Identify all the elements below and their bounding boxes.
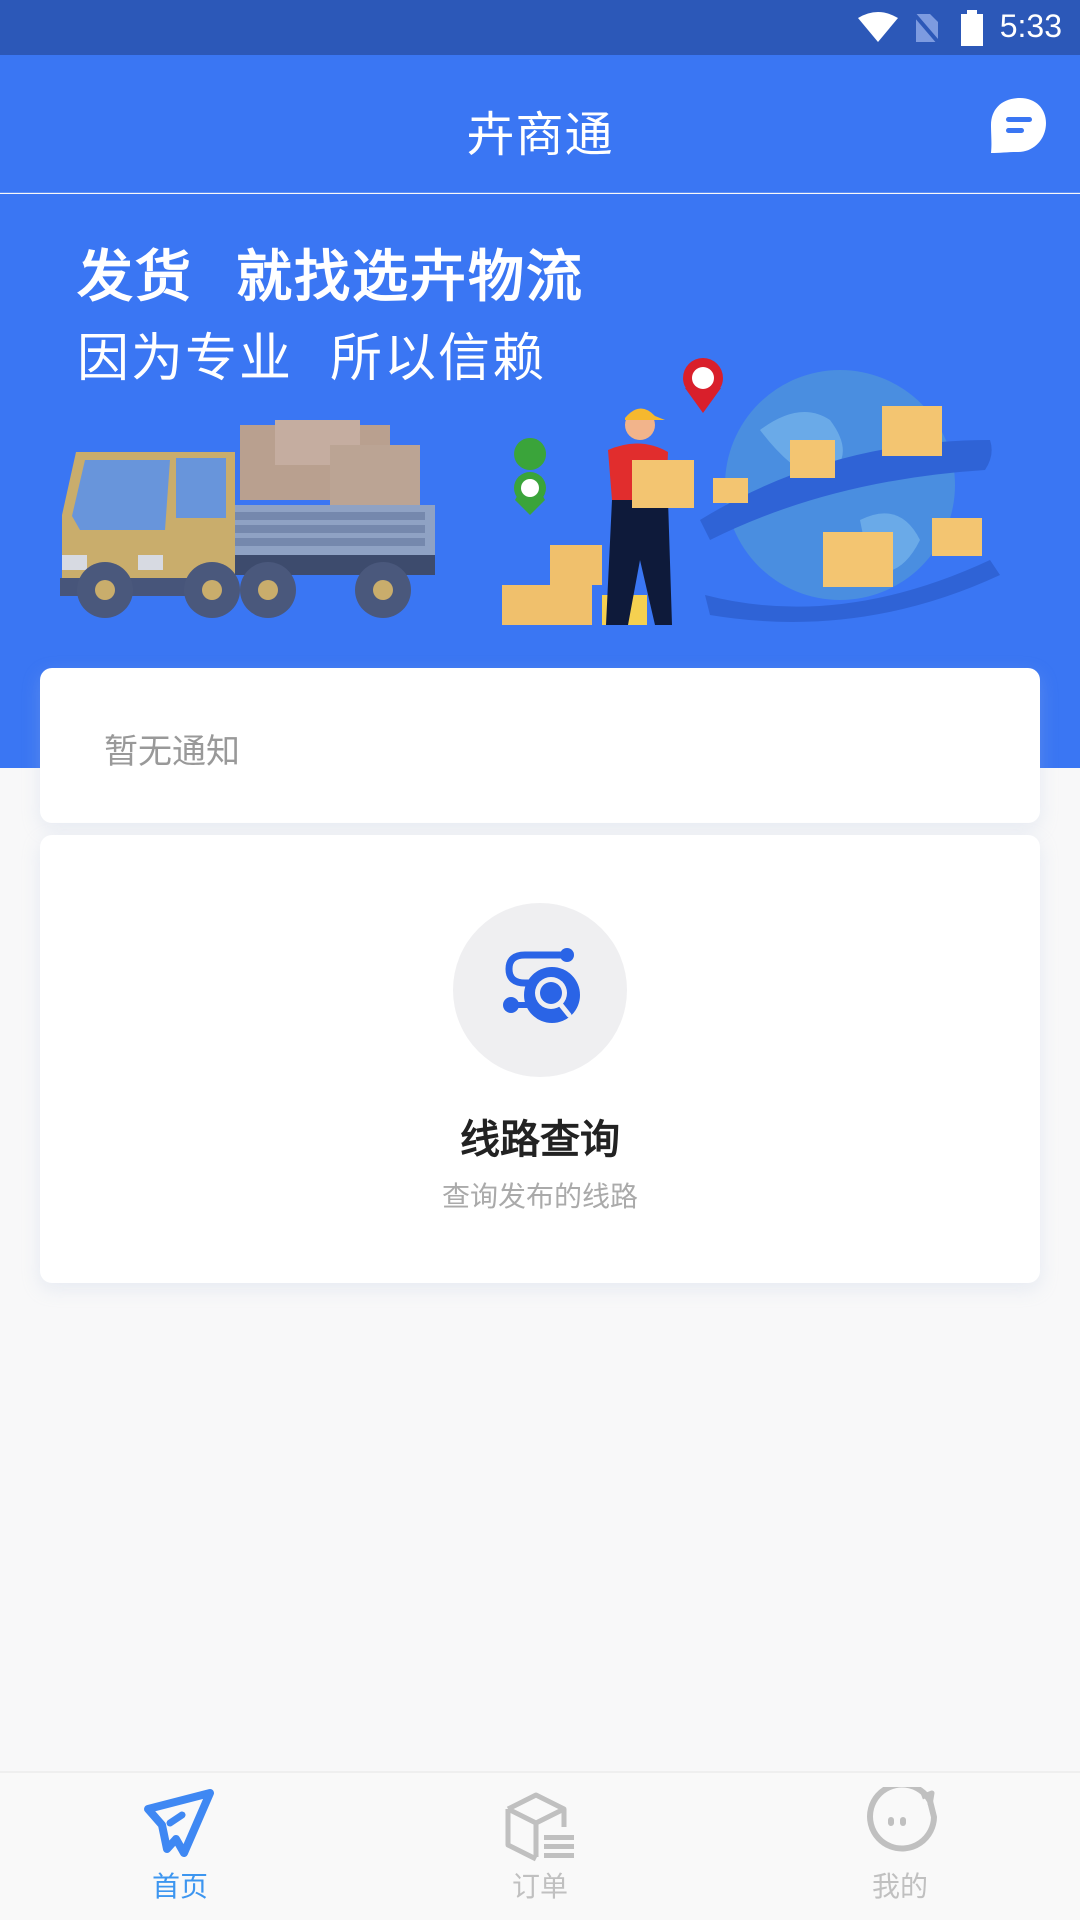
status-bar: 5:33 bbox=[0, 0, 1080, 55]
box-list-icon bbox=[505, 1792, 574, 1862]
truck-illustration bbox=[60, 420, 435, 618]
route-query-card[interactable]: 线路查询 查询发布的线路 bbox=[40, 835, 1040, 1283]
tab-home-label: 首页 bbox=[151, 1870, 208, 1903]
tab-profile-label: 我的 bbox=[871, 1870, 928, 1903]
tab-orders[interactable]: 订单 bbox=[360, 1773, 720, 1920]
no-sim-icon bbox=[912, 12, 940, 44]
tab-profile[interactable]: 我的 bbox=[720, 1773, 1080, 1920]
chat-bubble-icon[interactable] bbox=[988, 95, 1048, 155]
wifi-icon bbox=[858, 12, 898, 42]
status-time: 5:33 bbox=[999, 8, 1062, 44]
battery-icon bbox=[961, 10, 983, 46]
tab-home[interactable]: 首页 bbox=[0, 1773, 360, 1920]
globe-illustration bbox=[700, 370, 1000, 622]
route-search-icon bbox=[503, 948, 580, 1023]
red-location-pin bbox=[683, 358, 723, 413]
notice-card[interactable]: 暂无通知 bbox=[40, 668, 1040, 823]
route-query-subtitle: 查询发布的线路 bbox=[441, 1180, 638, 1213]
notice-text: 暂无通知 bbox=[104, 732, 240, 772]
green-location-pin bbox=[514, 438, 547, 515]
route-query-icon-wrapper[interactable] bbox=[453, 903, 627, 1077]
face-bubble-icon bbox=[867, 1787, 937, 1852]
app-title: 卉商通 bbox=[466, 107, 614, 163]
tab-orders-label: 订单 bbox=[511, 1870, 568, 1903]
route-query-title: 线路查询 bbox=[460, 1117, 620, 1163]
bottom-tab-bar: 首页 订单 我的 bbox=[0, 1771, 1080, 1920]
paper-plane-icon bbox=[144, 1789, 214, 1857]
app-header: 卉商通 bbox=[0, 55, 1080, 193]
